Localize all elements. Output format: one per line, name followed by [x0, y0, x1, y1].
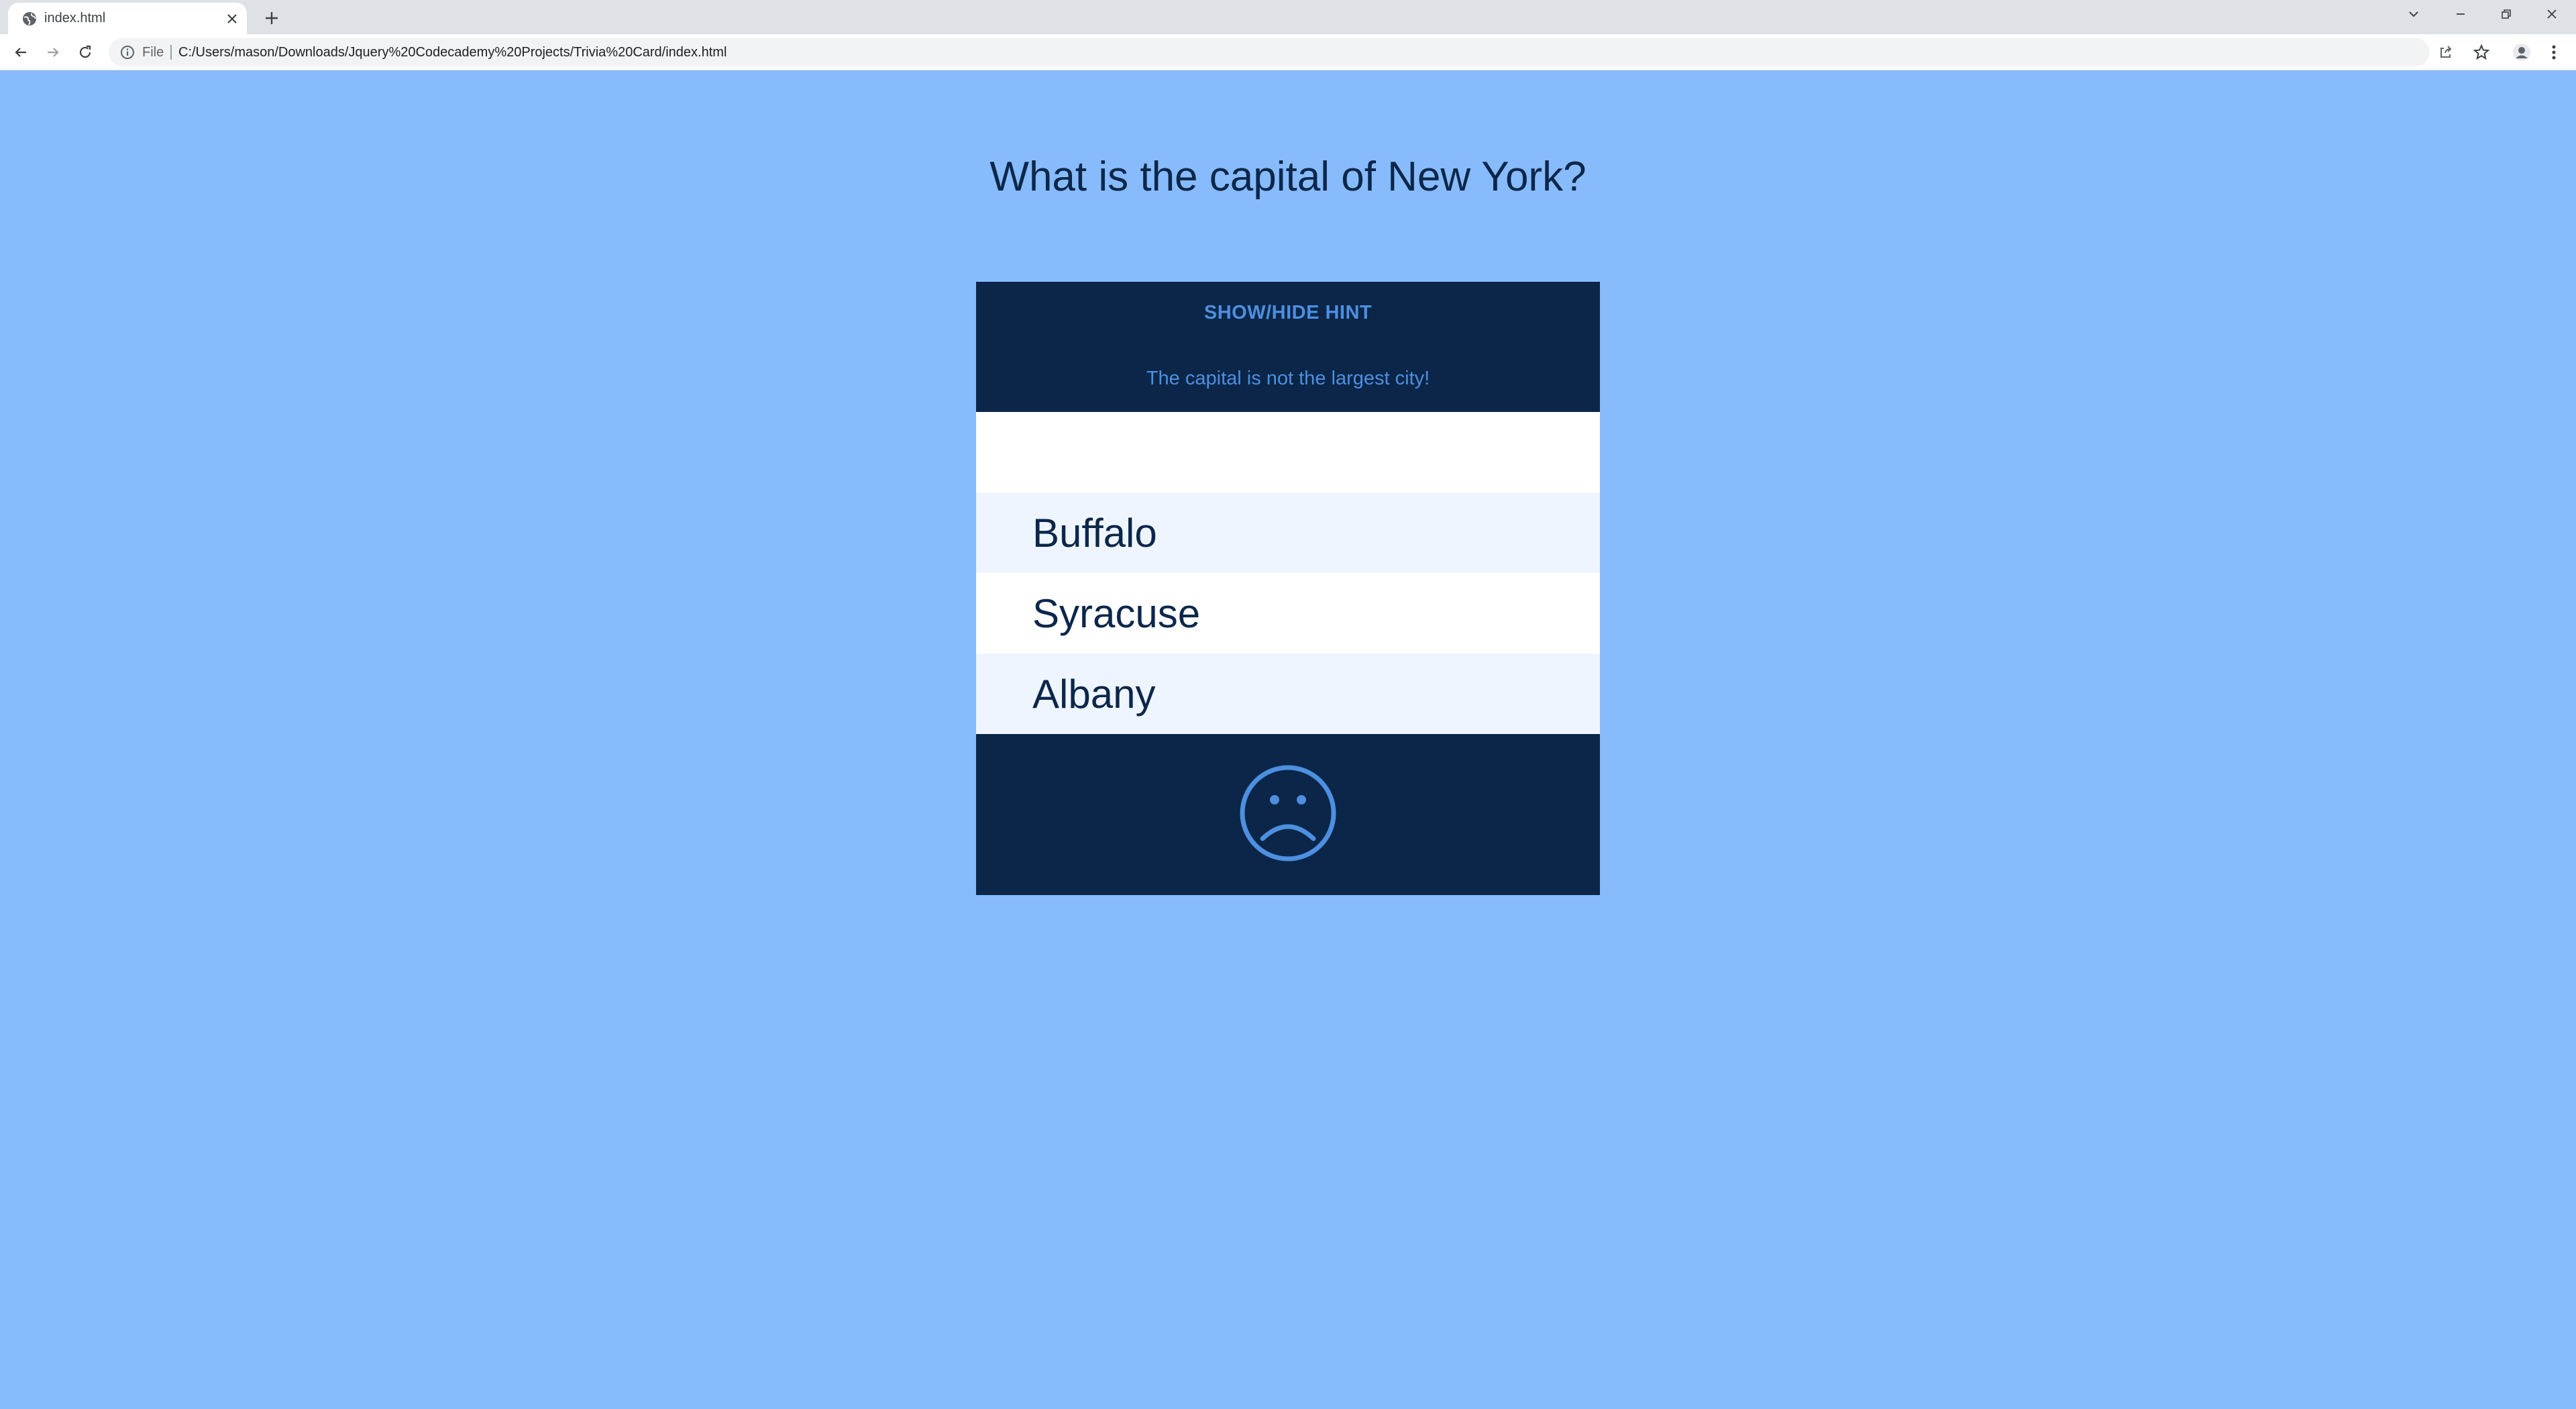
show-hide-hint-button[interactable]: SHOW/HIDE HINT [976, 302, 1600, 324]
hint-panel: SHOW/HIDE HINT The capital is not the la… [976, 282, 1600, 412]
bookmark-star-icon[interactable] [2471, 42, 2491, 62]
file-scheme-label: File [142, 45, 164, 60]
hint-text: The capital is not the largest city! [1146, 368, 1430, 389]
url-text[interactable]: C:/Users/mason/Downloads/Jquery%20Codeca… [178, 45, 727, 60]
tab-title: index.html [44, 11, 106, 25]
separator [170, 45, 172, 60]
minimize-icon[interactable] [2447, 4, 2474, 24]
restore-icon[interactable] [2493, 4, 2520, 24]
answer-option-buffalo[interactable]: Buffalo [976, 492, 1600, 573]
back-arrow-icon[interactable] [11, 42, 31, 62]
address-bar[interactable]: File C:/Users/mason/Downloads/Jquery%20C… [109, 38, 2452, 66]
page-viewport: What is the capital of New York? SHOW/HI… [0, 71, 2576, 1409]
menu-kebab-icon[interactable] [2544, 42, 2564, 62]
new-tab-plus-icon[interactable] [262, 8, 282, 28]
share-icon[interactable] [2436, 42, 2456, 62]
result-panel [976, 734, 1600, 895]
close-window-icon[interactable] [2538, 4, 2565, 24]
reload-icon[interactable] [75, 42, 95, 62]
globe-icon [21, 11, 38, 27]
answer-option-albany[interactable]: Albany [976, 654, 1600, 734]
question-heading: What is the capital of New York? [989, 154, 1587, 200]
sad-face-icon [1238, 764, 1338, 866]
spacer-row [976, 412, 1600, 492]
trivia-card: SHOW/HIDE HINT The capital is not the la… [976, 282, 1600, 895]
tab-strip: index.html [0, 0, 2576, 34]
info-icon[interactable] [119, 44, 136, 60]
profile-avatar-icon[interactable] [2512, 42, 2532, 62]
browser-tab[interactable]: index.html [8, 3, 247, 34]
answer-option-syracuse[interactable]: Syracuse [976, 573, 1600, 654]
tab-search-chevron-icon[interactable] [2400, 4, 2427, 24]
browser-toolbar: File C:/Users/mason/Downloads/Jquery%20C… [0, 34, 2576, 70]
forward-arrow-icon[interactable] [43, 42, 63, 62]
close-tab-icon[interactable] [224, 11, 240, 27]
